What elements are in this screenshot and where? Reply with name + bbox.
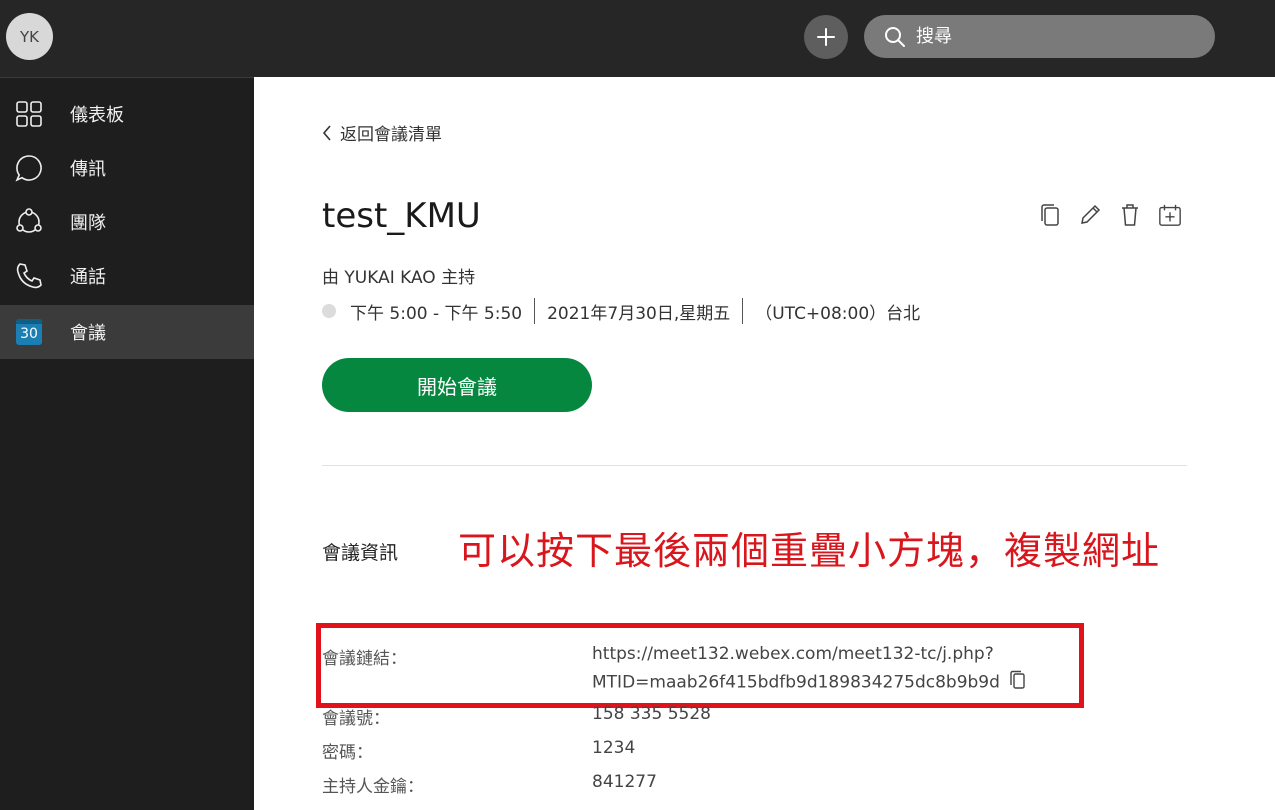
sidebar-item-label: 會議 <box>70 323 106 344</box>
meeting-time-range: 下午 5:00 - 下午 5:50 <box>350 303 523 324</box>
sidebar: 儀表板 傳訊 團隊 通話 30 會議 <box>0 78 254 810</box>
search-input[interactable] <box>914 25 1198 48</box>
meeting-actions <box>1038 202 1182 228</box>
divider <box>534 298 536 324</box>
section-divider <box>322 465 1187 466</box>
host-key-value: 841277 <box>592 772 657 792</box>
sidebar-item-dashboard[interactable]: 儀表板 <box>0 87 254 141</box>
meeting-info-heading: 會議資訊 <box>322 542 399 564</box>
meeting-link-label: 會議鏈結： <box>322 649 407 669</box>
meeting-number-value: 158 335 5528 <box>592 704 711 724</box>
password-value: 1234 <box>592 738 636 758</box>
divider <box>742 298 744 324</box>
copy-icon[interactable] <box>1038 202 1062 228</box>
meeting-host: 由 YUKAI KAO 主持 <box>322 268 476 288</box>
meeting-detail-panel: 返回會議清單 test_KMU 由 YUKAI KAO 主持 下午 5:00 -… <box>254 78 1275 810</box>
add-button[interactable] <box>804 15 848 59</box>
dashboard-grid-icon <box>14 99 44 129</box>
meeting-link-mtid[interactable]: MTID=maab26f415bdfb9d189834275dc8b9b9d <box>592 673 1000 693</box>
meeting-link-value[interactable]: https://meet132.webex.com/meet132-tc/j.p… <box>592 644 994 664</box>
back-link-label: 返回會議清單 <box>340 125 442 145</box>
back-to-meeting-list-link[interactable]: 返回會議清單 <box>322 120 442 145</box>
start-meeting-button[interactable]: 開始會議 <box>322 358 592 412</box>
meeting-title: test_KMU <box>322 196 481 236</box>
meeting-schedule: 下午 5:00 - 下午 5:50 2021年7月30日,星期五 （UTC+08… <box>322 298 920 324</box>
status-dot <box>322 304 336 318</box>
add-to-calendar-icon[interactable] <box>1158 202 1182 228</box>
chat-bubble-icon <box>14 153 44 183</box>
sidebar-item-meetings[interactable]: 30 會議 <box>0 305 254 359</box>
meeting-link-value-continued[interactable]: MTID=maab26f415bdfb9d189834275dc8b9b9d <box>592 670 1027 695</box>
sidebar-item-label: 傳訊 <box>70 159 106 180</box>
password-label: 密碼： <box>322 743 373 763</box>
search-bar[interactable] <box>864 15 1215 58</box>
host-key-label: 主持人金鑰： <box>322 777 424 797</box>
trash-icon[interactable] <box>1118 202 1142 228</box>
teams-icon <box>14 207 44 237</box>
search-icon <box>885 26 905 47</box>
meeting-date: 2021年7月30日,星期五 <box>547 303 731 324</box>
copy-link-icon[interactable] <box>1009 670 1027 695</box>
sidebar-item-label: 通話 <box>70 267 106 288</box>
sidebar-item-messaging[interactable]: 傳訊 <box>0 141 254 195</box>
chevron-left-icon <box>322 124 331 141</box>
meeting-number-label: 會議號： <box>322 709 390 729</box>
tutorial-annotation: 可以按下最後兩個重疊小方塊，複製網址 <box>458 529 1161 573</box>
annotation-highlight-box <box>316 623 1084 708</box>
meeting-timezone: （UTC+08:00）台北 <box>755 303 921 324</box>
calendar-icon: 30 <box>14 317 44 347</box>
calendar-day-number: 30 <box>20 326 38 342</box>
top-bar: YK <box>0 0 1275 77</box>
sidebar-item-label: 儀表板 <box>70 105 124 126</box>
sidebar-item-calls[interactable]: 通話 <box>0 249 254 303</box>
sidebar-item-label: 團隊 <box>70 213 106 234</box>
edit-pencil-icon[interactable] <box>1078 202 1102 228</box>
avatar[interactable]: YK <box>6 13 53 60</box>
plus-icon <box>817 28 835 46</box>
sidebar-item-teams[interactable]: 團隊 <box>0 195 254 249</box>
phone-icon <box>14 261 44 291</box>
